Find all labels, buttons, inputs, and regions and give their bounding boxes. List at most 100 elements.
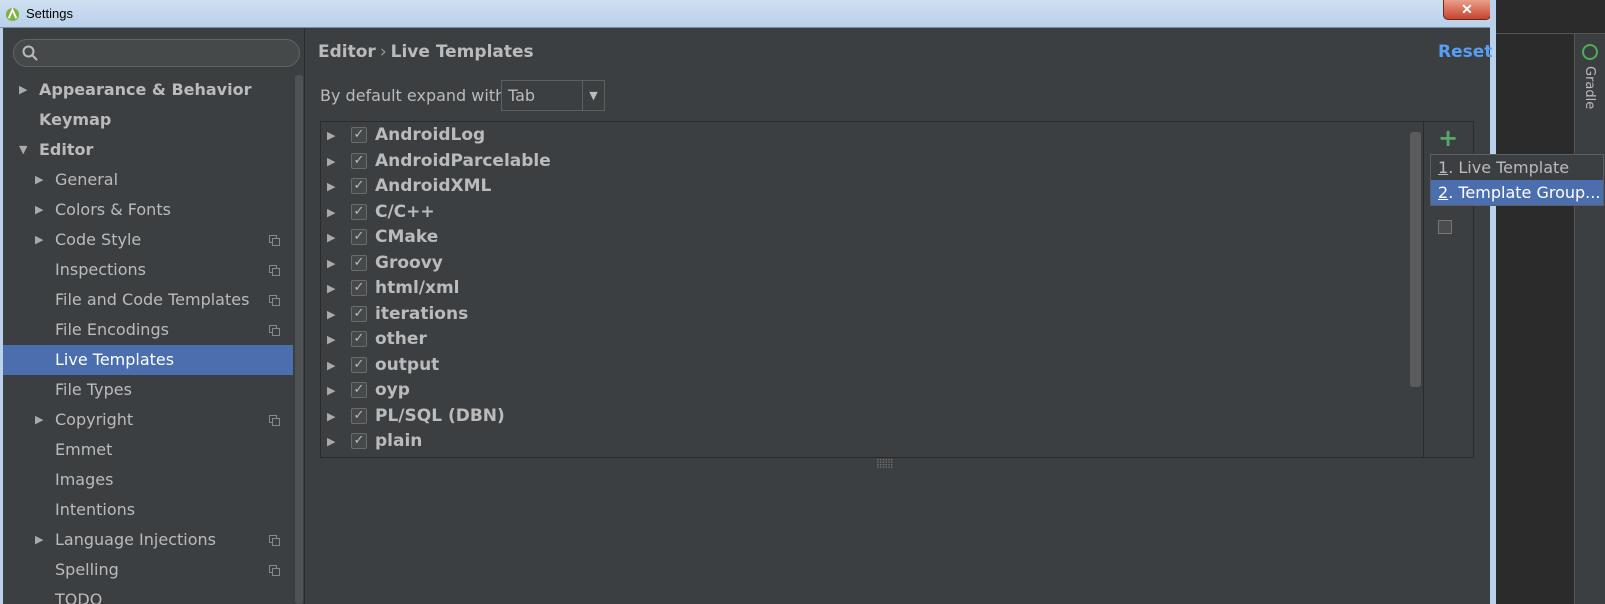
sidebar-item[interactable]: ▶ Language Injections bbox=[3, 525, 293, 555]
sidebar-item[interactable]: File Types bbox=[3, 375, 293, 405]
template-group-row[interactable]: ▶ ✓ AndroidLog bbox=[321, 123, 1421, 149]
expand-right-icon[interactable]: ▶ bbox=[327, 129, 335, 142]
menu-item-template-group[interactable]: 2. Template Group... bbox=[1431, 180, 1603, 205]
splitter-handle[interactable]: ⣿⣿⣿ bbox=[876, 459, 894, 469]
sidebar-item[interactable]: ▶ Colors & Fonts bbox=[3, 195, 293, 225]
expand-right-icon[interactable]: ▶ bbox=[327, 384, 335, 397]
menu-item-mnemonic: 2 bbox=[1438, 183, 1449, 202]
sidebar-item[interactable]: Images bbox=[3, 465, 293, 495]
template-group-checkbox[interactable]: ✓ bbox=[351, 305, 367, 322]
sidebar-item[interactable]: Inspections bbox=[3, 255, 293, 285]
template-group-row[interactable]: ▶ ✓ C/C++ bbox=[321, 200, 1421, 226]
expand-right-icon[interactable]: ▶ bbox=[327, 359, 335, 372]
expand-right-icon[interactable]: ▶ bbox=[35, 225, 43, 255]
template-group-row[interactable]: ▶ ✓ plain bbox=[321, 429, 1421, 455]
template-group-checkbox[interactable]: ✓ bbox=[351, 254, 367, 271]
template-group-row[interactable]: ▶ ✓ Groovy bbox=[321, 251, 1421, 277]
template-group-checkbox[interactable]: ✓ bbox=[351, 356, 367, 373]
expand-right-icon[interactable]: ▶ bbox=[327, 206, 335, 219]
project-scope-icon bbox=[269, 535, 280, 546]
expand-right-icon[interactable]: ▶ bbox=[327, 257, 335, 270]
sidebar-item[interactable]: ▶ General bbox=[3, 165, 293, 195]
template-group-checkbox[interactable]: ✓ bbox=[351, 280, 367, 296]
sidebar-item[interactable]: File and Code Templates bbox=[3, 285, 293, 315]
template-group-row[interactable]: ▶ ✓ CMake bbox=[321, 225, 1421, 251]
sidebar-item[interactable]: File Encodings bbox=[3, 315, 293, 345]
template-group-row[interactable]: ▶ ✓ other bbox=[321, 327, 1421, 353]
template-group-name: html/xml bbox=[375, 278, 460, 298]
expand-right-icon[interactable]: ▶ bbox=[35, 165, 43, 195]
template-group-checkbox[interactable]: ✓ bbox=[351, 433, 367, 449]
sidebar-item-label: Editor bbox=[39, 140, 94, 159]
search-input[interactable] bbox=[44, 43, 294, 63]
menu-item-label: . Template Group... bbox=[1448, 183, 1601, 202]
copy-icon[interactable] bbox=[1438, 220, 1452, 234]
template-groups-list: ▶ ✓ AndroidLog ▶ ✓ AndroidParcelable ▶ ✓ Android… bbox=[320, 121, 1474, 458]
sidebar-item[interactable]: ▶ Code Style bbox=[3, 225, 293, 255]
expand-right-icon[interactable]: ▶ bbox=[327, 231, 335, 244]
expand-down-icon[interactable]: ▼ bbox=[19, 135, 27, 165]
expand-right-icon[interactable]: ▶ bbox=[327, 333, 335, 346]
template-group-checkbox[interactable]: ✓ bbox=[351, 407, 367, 424]
template-group-row[interactable]: ▶ ✓ PL/SQL (DBN) bbox=[321, 404, 1421, 430]
project-scope-icon bbox=[269, 565, 280, 576]
template-group-row[interactable]: ▶ ✓ oyp bbox=[321, 378, 1421, 404]
expand-with-select[interactable]: Tab ▼ bbox=[501, 80, 605, 111]
sidebar-item[interactable]: Intentions bbox=[3, 495, 293, 525]
template-group-row[interactable]: ▶ ✓ AndroidParcelable bbox=[321, 149, 1421, 175]
template-group-row[interactable]: ▶ ✓ AndroidXML bbox=[321, 174, 1421, 200]
template-group-row[interactable]: ▶ ✓ output bbox=[321, 353, 1421, 379]
template-group-checkbox[interactable]: ✓ bbox=[351, 331, 367, 347]
menu-item-live-template[interactable]: 1. Live Template bbox=[1431, 155, 1603, 180]
settings-sidebar: ▶ Appearance & Behavior Keymap ▼ Editor ▶ Gene… bbox=[3, 28, 305, 604]
expand-right-icon[interactable]: ▶ bbox=[35, 525, 43, 555]
templates-scrollbar-thumb[interactable] bbox=[1410, 132, 1421, 387]
template-group-row[interactable]: ▶ ✓ iterations bbox=[321, 302, 1421, 328]
expand-right-icon[interactable]: ▶ bbox=[327, 155, 335, 168]
sidebar-item-label: Inspections bbox=[55, 260, 146, 279]
sidebar-item[interactable]: Live Templates bbox=[3, 345, 293, 375]
expand-right-icon[interactable]: ▶ bbox=[35, 405, 43, 435]
add-icon[interactable]: + bbox=[1438, 124, 1458, 152]
sidebar-item[interactable]: Keymap bbox=[3, 105, 293, 135]
expand-right-icon[interactable]: ▶ bbox=[19, 75, 27, 105]
sidebar-item[interactable]: ▶ Appearance & Behavior bbox=[3, 75, 293, 105]
template-group-checkbox[interactable]: ✓ bbox=[351, 382, 367, 398]
sidebar-item[interactable]: Emmet bbox=[3, 435, 293, 465]
template-group-row[interactable]: ▶ ✓ html/xml bbox=[321, 276, 1421, 302]
expand-right-icon[interactable]: ▶ bbox=[327, 308, 335, 321]
sidebar-item[interactable]: TODO bbox=[3, 585, 293, 604]
expand-right-icon[interactable]: ▶ bbox=[327, 180, 335, 193]
sidebar-item-label: General bbox=[55, 170, 119, 189]
template-group-checkbox[interactable]: ✓ bbox=[351, 127, 367, 143]
expand-right-icon[interactable]: ▶ bbox=[327, 282, 335, 295]
sidebar-scrollbar[interactable] bbox=[294, 75, 304, 604]
template-group-name: other bbox=[375, 329, 427, 349]
gradle-tool-label[interactable]: Gradle bbox=[1582, 66, 1597, 109]
sidebar-item-label: Keymap bbox=[39, 110, 112, 129]
project-scope-icon bbox=[269, 265, 280, 276]
expand-right-icon[interactable]: ▶ bbox=[327, 410, 335, 423]
chevron-down-icon[interactable]: ▼ bbox=[582, 81, 604, 110]
sidebar-item[interactable]: ▶ Copyright bbox=[3, 405, 293, 435]
template-group-checkbox[interactable]: ✓ bbox=[351, 229, 367, 245]
reset-link[interactable]: Reset bbox=[1438, 42, 1492, 62]
template-group-checkbox[interactable]: ✓ bbox=[351, 152, 367, 169]
sidebar-item-label: Language Injections bbox=[55, 530, 216, 549]
sidebar-item[interactable]: Spelling bbox=[3, 555, 293, 585]
close-button[interactable]: ✕ bbox=[1443, 0, 1491, 20]
settings-search[interactable] bbox=[13, 39, 300, 67]
gradle-tool-strip[interactable]: Gradle bbox=[1574, 34, 1605, 604]
sidebar-scrollbar-thumb[interactable] bbox=[295, 75, 303, 604]
project-scope-icon bbox=[269, 325, 280, 336]
menu-item-label: . Live Template bbox=[1448, 158, 1570, 177]
sidebar-item[interactable]: ▼ Editor bbox=[3, 135, 293, 165]
search-icon bbox=[22, 45, 38, 61]
sidebar-item-label: File and Code Templates bbox=[55, 290, 250, 309]
expand-right-icon[interactable]: ▶ bbox=[35, 195, 43, 225]
templates-scrollbar[interactable] bbox=[1408, 132, 1422, 387]
template-group-checkbox[interactable]: ✓ bbox=[351, 203, 367, 220]
add-popup-menu: 1. Live Template 2. Template Group... bbox=[1430, 154, 1604, 206]
template-group-checkbox[interactable]: ✓ bbox=[351, 178, 367, 194]
expand-right-icon[interactable]: ▶ bbox=[327, 435, 335, 448]
